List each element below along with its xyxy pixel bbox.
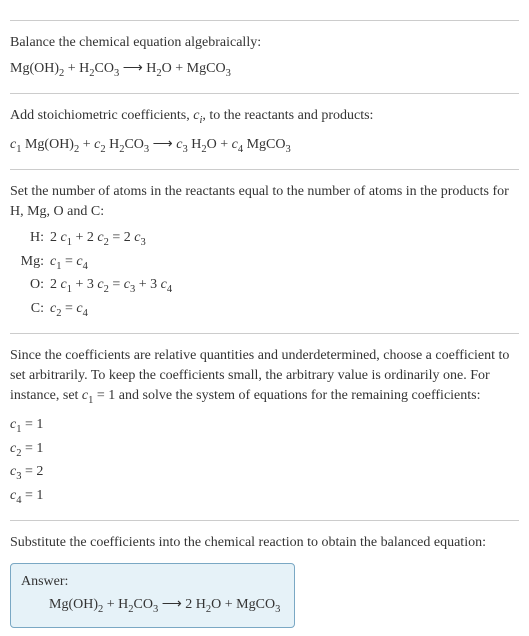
atom-equation: 2 c1 + 3 c2 = c3 + 3 c4 — [50, 274, 172, 298]
atom-row: C: c2 = c4 — [18, 298, 519, 322]
unbalanced-equation: Mg(OH)2 + H2CO3 ⟶ H2O + MgCO3 — [10, 59, 519, 81]
answer-intro: Substitute the coefficients into the che… — [10, 533, 519, 553]
solve-intro: Since the coefficients are relative quan… — [10, 346, 519, 408]
coeff-value: c2 = 1 — [10, 438, 519, 462]
balanced-equation: Mg(OH)2 + H2CO3 ⟶ 2 H2O + MgCO3 — [21, 596, 280, 615]
section-solve: Since the coefficients are relative quan… — [10, 333, 519, 508]
section-coefficients: Add stoichiometric coefficients, ci, to … — [10, 93, 519, 157]
atom-row: H: 2 c1 + 2 c2 = 2 c3 — [18, 227, 519, 251]
atom-row: Mg: c1 = c4 — [18, 251, 519, 275]
coeff-list: c1 = 1 c2 = 1 c3 = 2 c4 = 1 — [10, 414, 519, 508]
answer-label: Answer: — [21, 574, 280, 590]
atom-row: O: 2 c1 + 3 c2 = c3 + 3 c4 — [18, 274, 519, 298]
atom-equation: c2 = c4 — [50, 298, 88, 322]
atoms-table: H: 2 c1 + 2 c2 = 2 c3 Mg: c1 = c4 O: 2 c… — [18, 227, 519, 321]
atoms-intro: Set the number of atoms in the reactants… — [10, 182, 519, 221]
section-answer: Substitute the coefficients into the che… — [10, 520, 519, 627]
answer-box: Answer: Mg(OH)2 + H2CO3 ⟶ 2 H2O + MgCO3 — [10, 563, 295, 628]
atom-equation: 2 c1 + 2 c2 = 2 c3 — [50, 227, 146, 251]
coefficients-intro: Add stoichiometric coefficients, ci, to … — [10, 106, 519, 128]
prompt-text: Balance the chemical equation algebraica… — [10, 33, 519, 53]
atom-equation: c1 = c4 — [50, 251, 88, 275]
atom-label: H: — [18, 227, 50, 251]
section-atoms: Set the number of atoms in the reactants… — [10, 169, 519, 321]
coeff-value: c4 = 1 — [10, 485, 519, 509]
atom-label: Mg: — [18, 251, 50, 275]
section-prompt: Balance the chemical equation algebraica… — [10, 20, 519, 81]
atom-label: O: — [18, 274, 50, 298]
coefficients-equation: c1 Mg(OH)2 + c2 H2CO3 ⟶ c3 H2O + c4 MgCO… — [10, 135, 519, 157]
atom-label: C: — [18, 298, 50, 322]
coeff-value: c3 = 2 — [10, 461, 519, 485]
coeff-value: c1 = 1 — [10, 414, 519, 438]
